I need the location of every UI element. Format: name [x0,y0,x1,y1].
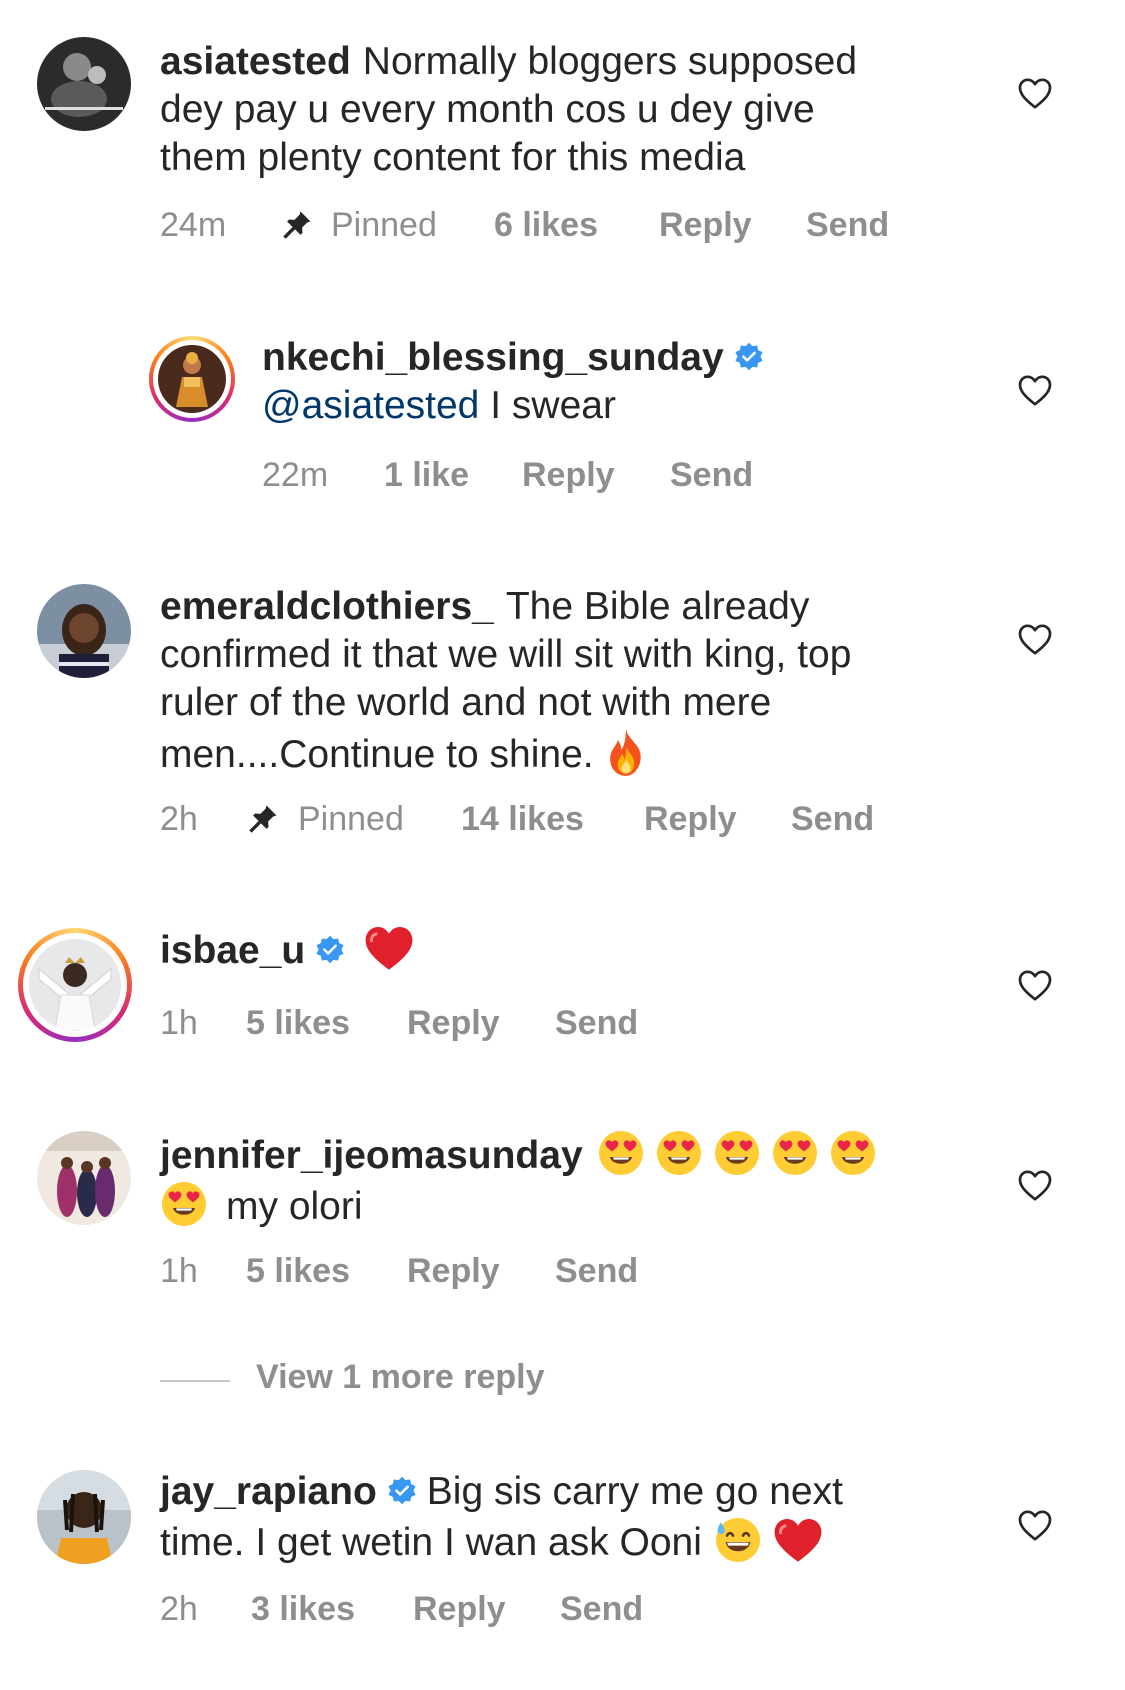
avatar[interactable] [37,37,131,131]
comment-text-line: Normally bloggers supposed [362,40,858,83]
comment-text-line: dey pay u every month cos u dey give [160,88,815,131]
reply-button[interactable]: Reply [659,206,752,245]
comment-text-line: ruler of the world and not with mere [160,681,772,724]
comment-text-line: Big sis carry me go next [426,1470,843,1513]
red-heart-emoji [363,924,415,972]
grinning-sweat-emoji [714,1516,762,1564]
avatar[interactable] [37,1131,131,1225]
comment-text-line: them plenty content for this media [160,136,746,179]
pinned-label: Pinned [331,206,437,244]
reply-button[interactable]: Reply [407,1004,500,1043]
view-more-replies-label[interactable]: View 1 more reply [256,1358,545,1397]
heart-outline-icon[interactable] [1017,622,1053,656]
likes-count[interactable]: 5 likes [246,1252,350,1291]
comment-text: I swear [490,384,616,427]
verified-badge-icon [387,1476,417,1506]
likes-count[interactable]: 5 likes [246,1004,350,1043]
avatar[interactable] [37,584,131,678]
red-heart-emoji [772,1516,824,1564]
divider-line [160,1380,230,1382]
heart-eyes-emoji [713,1129,761,1177]
comment-meta: 1h 5 likes Reply Send [160,1004,860,1044]
heart-eyes-emoji [597,1129,645,1177]
comment-meta: 2h 3 likes Reply Send [160,1590,860,1630]
heart-outline-icon[interactable] [1017,1508,1053,1542]
reply-button[interactable]: Reply [407,1252,500,1291]
comment-body: nkechi_blessing_sunday @asiatested I swe… [262,334,982,430]
reply-button[interactable]: Reply [522,456,615,495]
comment-mention[interactable]: @asiatested [262,384,479,427]
comment-username[interactable]: nkechi_blessing_sunday [262,336,724,379]
avatar-image [37,37,131,131]
heart-outline-icon[interactable] [1017,76,1053,110]
avatar-image [37,584,131,678]
heart-outline-icon[interactable] [1017,968,1053,1002]
avatar[interactable] [29,939,121,1031]
avatar-image [158,345,226,413]
send-button[interactable]: Send [555,1252,638,1291]
comment-body: jennifer_ijeomasunday my olori [160,1129,1000,1231]
send-button[interactable]: Send [791,800,874,839]
comment-time: 24m [160,206,227,244]
comment-username[interactable]: jennifer_ijeomasunday [160,1134,583,1177]
heart-eyes-emoji [655,1129,703,1177]
comment-time: 22m [262,456,329,494]
verified-badge-icon [734,342,764,372]
heart-eyes-emoji [771,1129,819,1177]
heart-eyes-emoji [829,1129,877,1177]
comment-username[interactable]: jay_rapiano [160,1470,377,1513]
avatar-image [37,1131,131,1225]
comment-meta: 2h Pinned 14 likes Reply Send [160,800,960,840]
send-button[interactable]: Send [670,456,753,495]
comment-meta: 24m Pinned 6 likes Reply Send [160,206,960,246]
comments-list: asiatested Normally bloggers supposed dey… [0,0,1125,1690]
comment-text-line: The Bible already [505,585,810,628]
comment-time: 2h [160,1590,198,1628]
comment-body: isbae_u [160,924,980,975]
heart-outline-icon[interactable] [1017,1168,1053,1202]
comment-time: 2h [160,800,198,838]
likes-count[interactable]: 14 likes [461,800,584,839]
comment-text-line: men....Continue to shine. [160,733,594,776]
avatar-image [29,939,121,1031]
comment-text-line: time. I get wetin I wan ask Ooni [160,1521,702,1564]
comment-body: jay_rapiano Big sis carry me go next time… [160,1468,980,1567]
fire-emoji [604,727,648,779]
likes-count[interactable]: 6 likes [494,206,598,245]
comment-time: 1h [160,1252,198,1290]
verified-badge-icon [315,935,345,965]
comment-username[interactable]: isbae_u [160,929,305,972]
avatar-image [37,1470,131,1564]
pinned-label: Pinned [298,800,404,838]
comment-username[interactable]: emeraldclothiers_ [160,585,494,628]
avatar[interactable] [37,1470,131,1564]
comment-text: my olori [226,1185,363,1228]
comment-meta: 22m 1 like Reply Send [262,456,962,496]
reply-button[interactable]: Reply [644,800,737,839]
likes-count[interactable]: 1 like [384,456,469,495]
heart-eyes-emoji [160,1180,208,1228]
likes-count[interactable]: 3 likes [251,1590,355,1629]
comment-body: asiatested Normally bloggers supposed dey… [160,38,980,182]
pin-icon [280,208,314,242]
comment-username[interactable]: asiatested [160,40,351,83]
pin-icon [246,802,280,836]
avatar[interactable] [158,345,226,413]
send-button[interactable]: Send [806,206,889,245]
comment-text-line: confirmed it that we will sit with king,… [160,633,852,676]
send-button[interactable]: Send [560,1590,643,1629]
comment-time: 1h [160,1004,198,1042]
send-button[interactable]: Send [555,1004,638,1043]
reply-button[interactable]: Reply [413,1590,506,1629]
heart-outline-icon[interactable] [1017,373,1053,407]
comment-body: emeraldclothiers_ The Bible already confi… [160,583,980,779]
comment-meta: 1h 5 likes Reply Send [160,1252,860,1292]
